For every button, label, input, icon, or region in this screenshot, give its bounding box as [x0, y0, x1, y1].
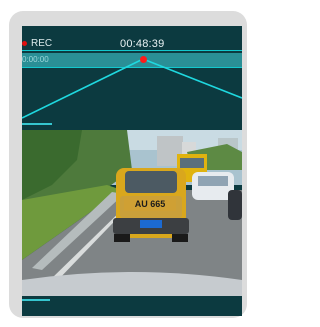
road-scene-image [22, 130, 242, 296]
playhead-marker[interactable] [140, 56, 147, 63]
gsensor-curve [22, 58, 242, 119]
dashcam-screen: REC 00:48:39 0:00:00 AU 665 [22, 26, 242, 316]
graph-baseline-tick [22, 123, 52, 125]
bottom-panel [22, 296, 242, 316]
taxi-rear-plate: AU 665 [124, 197, 176, 211]
video-frame[interactable]: AU 665 [22, 130, 242, 296]
top-panel: REC 00:48:39 0:00:00 [22, 26, 242, 130]
gsensor-graph [22, 58, 242, 119]
bottom-indicator [22, 299, 50, 301]
